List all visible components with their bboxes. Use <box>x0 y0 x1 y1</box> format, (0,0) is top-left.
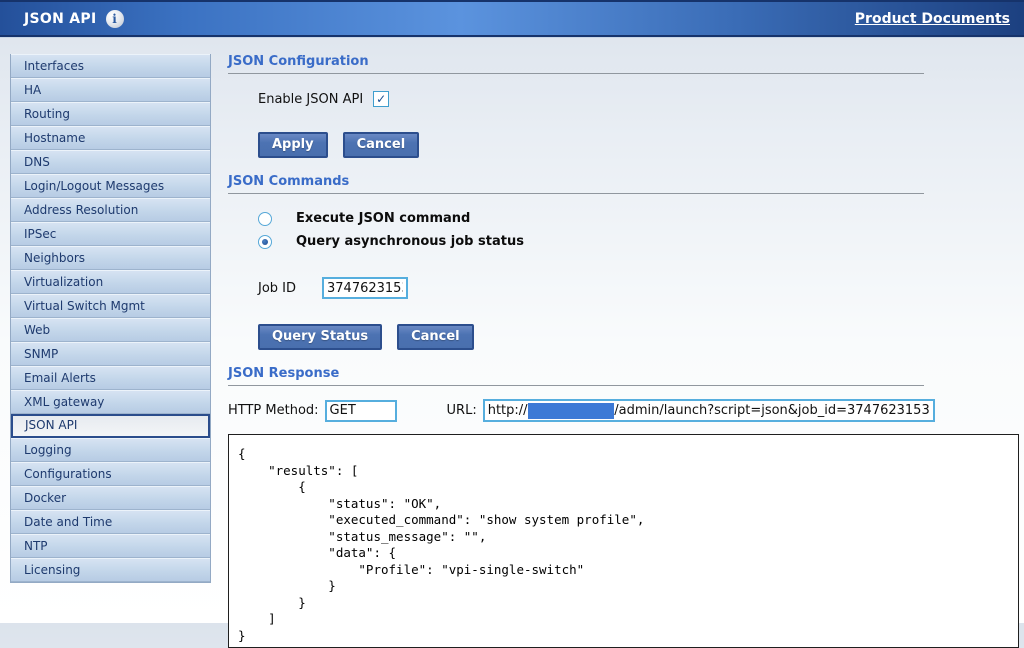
url-prefix-text: http:// <box>488 403 528 418</box>
enable-json-api-checkbox[interactable]: ✓ <box>373 91 389 107</box>
sidebar-item-docker[interactable]: Docker <box>11 486 210 510</box>
sidebar-item-email-alerts[interactable]: Email Alerts <box>11 366 210 390</box>
sidebar-item-login-logout-messages[interactable]: Login/Logout Messages <box>11 174 210 198</box>
cancel-button[interactable]: Cancel <box>343 132 420 158</box>
url-label: URL: <box>447 403 477 418</box>
page-title: JSON API <box>24 11 97 27</box>
sidebar-item-web[interactable]: Web <box>11 318 210 342</box>
sidebar-item-xml-gateway[interactable]: XML gateway <box>11 390 210 414</box>
sidebar: InterfacesHARoutingHostnameDNSLogin/Logo… <box>10 54 211 583</box>
sidebar-item-logging[interactable]: Logging <box>11 438 210 462</box>
url-suffix-text: /admin/launch?script=json&job_id=3747623… <box>614 403 929 418</box>
query-status-button[interactable]: Query Status <box>258 324 382 350</box>
json-response-box[interactable]: { "results": [ { "status": "OK", "execut… <box>228 434 1019 648</box>
url-input[interactable]: http:// /admin/launch?script=json&job_id… <box>483 399 935 422</box>
sidebar-item-configurations[interactable]: Configurations <box>11 462 210 486</box>
sidebar-item-routing[interactable]: Routing <box>11 102 210 126</box>
section-heading-json-configuration: JSON Configuration <box>228 54 924 74</box>
sidebar-item-date-and-time[interactable]: Date and Time <box>11 510 210 534</box>
sidebar-item-virtual-switch-mgmt[interactable]: Virtual Switch Mgmt <box>11 294 210 318</box>
sidebar-item-address-resolution[interactable]: Address Resolution <box>11 198 210 222</box>
sidebar-item-ha[interactable]: HA <box>11 78 210 102</box>
job-id-input[interactable] <box>322 277 408 299</box>
sidebar-item-neighbors[interactable]: Neighbors <box>11 246 210 270</box>
http-method-input[interactable] <box>325 400 397 422</box>
sidebar-item-ipsec[interactable]: IPSec <box>11 222 210 246</box>
sidebar-item-virtualization[interactable]: Virtualization <box>11 270 210 294</box>
sidebar-item-snmp[interactable]: SNMP <box>11 342 210 366</box>
sidebar-item-json-api[interactable]: JSON API <box>11 414 210 438</box>
query-cancel-button[interactable]: Cancel <box>397 324 474 350</box>
sidebar-item-ntp[interactable]: NTP <box>11 534 210 558</box>
execute-json-command-label: Execute JSON command <box>296 211 470 226</box>
product-documents-link[interactable]: Product Documents <box>855 11 1010 27</box>
json-response-text: { "results": [ { "status": "OK", "execut… <box>238 446 1009 644</box>
execute-json-command-radio[interactable] <box>258 212 272 226</box>
apply-button[interactable]: Apply <box>258 132 328 158</box>
enable-json-api-label: Enable JSON API <box>258 92 363 107</box>
sidebar-item-dns[interactable]: DNS <box>11 150 210 174</box>
section-heading-json-commands: JSON Commands <box>228 174 924 194</box>
sidebar-item-licensing[interactable]: Licensing <box>11 558 210 582</box>
top-bar: JSON API i Product Documents <box>0 0 1024 37</box>
sidebar-item-interfaces[interactable]: Interfaces <box>11 54 210 78</box>
info-icon[interactable]: i <box>106 10 124 28</box>
sidebar-item-hostname[interactable]: Hostname <box>11 126 210 150</box>
url-redaction-box <box>528 403 615 419</box>
http-method-label: HTTP Method: <box>228 403 319 418</box>
section-heading-json-response: JSON Response <box>228 366 924 386</box>
query-async-job-status-radio[interactable] <box>258 235 272 249</box>
main-content: JSON Configuration Enable JSON API ✓ App… <box>228 54 1022 648</box>
job-id-label: Job ID <box>258 281 322 296</box>
query-async-job-status-label: Query asynchronous job status <box>296 234 524 249</box>
